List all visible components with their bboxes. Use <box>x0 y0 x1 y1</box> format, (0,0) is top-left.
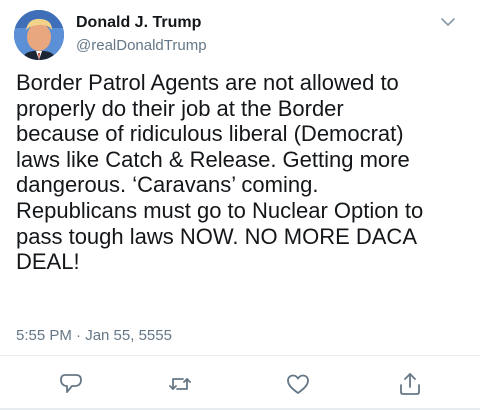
like-button[interactable] <box>285 371 311 397</box>
chevron-down-icon[interactable] <box>438 14 458 30</box>
author-name[interactable]: Donald J. Trump <box>76 14 201 32</box>
avatar[interactable] <box>14 10 64 60</box>
share-button[interactable] <box>397 371 423 397</box>
share-icon <box>400 373 420 395</box>
retweet-icon <box>169 378 191 390</box>
profile-photo-icon <box>14 10 64 60</box>
heart-icon <box>287 374 309 394</box>
retweet-button[interactable] <box>167 371 193 397</box>
reply-icon <box>60 374 82 393</box>
tweet-text: Border Patrol Agents are not allowed to … <box>16 70 424 275</box>
tweet-card: Donald J. Trump @realDonaldTrump Border … <box>0 0 480 410</box>
author-handle[interactable]: @realDonaldTrump <box>76 37 207 54</box>
reply-button[interactable] <box>58 371 84 397</box>
tweet-timestamp[interactable]: 5:55 PM · Jan 55, 5555 <box>16 327 172 344</box>
divider <box>0 355 480 356</box>
